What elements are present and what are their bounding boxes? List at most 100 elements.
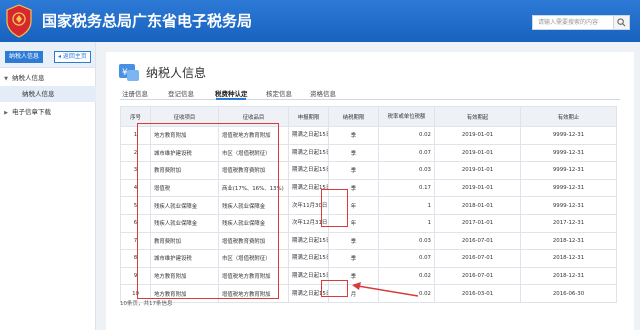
table-row: 3教育费附加增值税教育费附加期满之日起15日内季0.032019-01-0199… xyxy=(120,161,617,180)
sidebar-tab-taxpayer-info[interactable]: 纳税人信息 xyxy=(5,51,44,63)
table-cell: 增值税地方教育附加 xyxy=(218,266,289,286)
table-header-row: 序号 征收项目 征收品目 申报期限 纳税期限 税率或单位税额 有效期起 有效期止 xyxy=(120,106,617,127)
table-cell: 2018-01-01 xyxy=(434,196,521,215)
table-cell: 9999-12-31 xyxy=(520,161,617,180)
table-cell: 2016-07-01 xyxy=(434,266,521,286)
table-cell: 2019-01-01 xyxy=(434,178,521,198)
active-tab-indicator xyxy=(216,98,246,100)
table-cell: 城市维护建设税 xyxy=(150,143,219,163)
table-row: 6 残疾人就业保障金 残疾人就业保障金 次年12月31日年 1 2017-01-01 201… xyxy=(120,213,617,233)
taxpayer-info-icon: ¥ xyxy=(119,64,139,81)
table-cell: 1 xyxy=(378,196,435,215)
table-cell: 城市维护建设税 xyxy=(150,249,219,268)
column-header: 纳税期限 xyxy=(328,106,379,127)
table-cell: 季 xyxy=(328,249,379,268)
site-title: 国家税务总局广东省电子税务局 xyxy=(42,12,253,30)
table-cell: 0.03 xyxy=(378,161,435,180)
table-cell: 季 xyxy=(328,178,379,198)
tax-emblem-icon xyxy=(6,4,32,38)
table-cell: 年 xyxy=(328,213,379,233)
sidebar-item-e-seal-download[interactable]: ▶ 电子信章下载 xyxy=(0,104,96,120)
column-header: 有效期止 xyxy=(520,106,617,127)
table-cell: 残疾人就业保障金 xyxy=(150,213,219,233)
table-cell: 季 xyxy=(328,126,379,145)
table-cell: 2016-06-30 xyxy=(520,284,617,303)
table-cell: 7 xyxy=(120,231,151,251)
chevron-right-icon: ▶ xyxy=(4,110,8,116)
table-cell: 2017-12-31 xyxy=(520,213,617,233)
table-cell: 季 xyxy=(328,161,379,180)
table-cell: 商业(17%、16%、13%) xyxy=(218,178,289,198)
table-cell: 季 xyxy=(328,143,379,163)
table-cell: 季 xyxy=(328,231,379,251)
search-button[interactable] xyxy=(614,15,630,30)
top-banner: 国家税务总局广东省电子税务局 请输入需要搜索的内容 xyxy=(0,0,640,42)
table-row: 2城市维护建设税市区（增值税附征）期满之日起15日内季0.072019-01-0… xyxy=(120,143,617,163)
table-summary: 10条页，共17条信息 xyxy=(120,301,173,307)
table-row: 8城市维护建设税市区（增值税附征）期满之日起15日内季0.072016-07-0… xyxy=(120,249,617,268)
table-row: 1地方教育附加增值税地方教育附加期满之日起15日内季0.022019-01-01… xyxy=(120,126,617,145)
tab-bar: 注册信息 登记信息 税费种认定 核定信息 资格信息 xyxy=(120,86,620,100)
table-cell: 2016-03-01 xyxy=(434,284,521,303)
table-cell: 增值税地方教育附加 xyxy=(218,126,289,145)
chevron-down-icon: ▼ xyxy=(4,76,8,82)
table-row: 5 残疾人就业保障金 残疾人就业保障金 次年11月30日年 1 2018-01-01 999… xyxy=(120,196,617,215)
table-row: 4增值税商业(17%、16%、13%)期满之日起15日内季0.172019-01… xyxy=(120,178,617,198)
table-cell: 2018-12-31 xyxy=(520,266,617,286)
column-header: 有效期起 xyxy=(434,106,521,127)
table-cell: 9999-12-31 xyxy=(520,126,617,145)
table-cell: 期满之日起15日内 xyxy=(288,231,329,251)
column-header: 征收项目 xyxy=(150,106,219,127)
table-cell: 年 xyxy=(328,196,379,215)
table-cell: 增值税教育费附加 xyxy=(218,231,289,251)
table-cell: 期满之日起15日内 xyxy=(288,161,329,180)
table-cell: 期满之日起15日内 xyxy=(288,143,329,163)
table-cell: 2019-01-01 xyxy=(434,126,521,145)
table-cell: 2016-07-01 xyxy=(434,231,521,251)
sidebar-header: 纳税人信息 ◂ 返回主页 xyxy=(0,42,95,68)
table-cell: 9999-12-31 xyxy=(520,143,617,163)
table-cell: 期满之日起15日内 xyxy=(288,284,329,303)
table-cell: 地方教育附加 xyxy=(150,266,219,286)
table-cell: 次年11月30日 xyxy=(288,196,329,215)
table-cell: 2 xyxy=(120,143,151,163)
table-cell: 地方教育附加 xyxy=(150,126,219,145)
table-cell: 增值税地方教育附加 xyxy=(218,284,289,303)
tab-enrollment-info[interactable]: 登记信息 xyxy=(168,88,194,98)
table-cell: 5 xyxy=(120,196,151,215)
search-icon xyxy=(617,18,626,27)
column-header: 序号 xyxy=(120,106,151,127)
annotation-arrow-icon xyxy=(352,282,419,297)
tax-type-table: 序号 征收项目 征收品目 申报期限 纳税期限 税率或单位税额 有效期起 有效期止… xyxy=(120,106,617,303)
table-cell: 0.03 xyxy=(378,231,435,251)
table-row: 7教育费附加增值税教育费附加期满之日起15日内季0.032016-07-0120… xyxy=(120,231,617,251)
column-header: 申报期限 xyxy=(288,106,329,127)
table-cell: 残疾人就业保障金 xyxy=(218,213,289,233)
table-cell: 0.02 xyxy=(378,126,435,145)
back-home-button[interactable]: ◂ 返回主页 xyxy=(54,51,91,63)
search-input[interactable]: 请输入需要搜索的内容 xyxy=(532,15,614,30)
tab-qualification-info[interactable]: 资格信息 xyxy=(310,88,336,98)
table-cell: 2019-01-01 xyxy=(434,161,521,180)
table-cell: 9999-12-31 xyxy=(520,178,617,198)
table-cell: 0.07 xyxy=(378,143,435,163)
table-cell: 残疾人就业保障金 xyxy=(150,196,219,215)
table-cell: 2018-12-31 xyxy=(520,249,617,268)
table-cell: 残疾人就业保障金 xyxy=(218,196,289,215)
sidebar-item-taxpayer-info[interactable]: ▼ 纳税人信息 xyxy=(0,70,96,86)
tab-tax-type-recognition[interactable]: 税费种认定 xyxy=(215,88,248,98)
table-cell: 教育费附加 xyxy=(150,231,219,251)
table-cell: 增值税教育费附加 xyxy=(218,161,289,180)
table-cell: 市区（增值税附征） xyxy=(218,249,289,268)
tab-registration-info[interactable]: 注册信息 xyxy=(122,88,148,98)
table-cell: 4 xyxy=(120,178,151,198)
table-cell: 9 xyxy=(120,266,151,286)
table-cell: 教育费附加 xyxy=(150,161,219,180)
column-header: 征收品目 xyxy=(218,106,289,127)
sidebar: 纳税人信息 ◂ 返回主页 ▼ 纳税人信息 纳税人信息 ▶ 电子信章下载 xyxy=(0,42,96,330)
table-cell: 2016-07-01 xyxy=(434,249,521,268)
sidebar-subitem-taxpayer-info[interactable]: 纳税人信息 xyxy=(0,86,96,102)
table-cell: 期满之日起15日内 xyxy=(288,249,329,268)
tab-assessment-info[interactable]: 核定信息 xyxy=(266,88,292,98)
table-cell: 6 xyxy=(120,213,151,233)
